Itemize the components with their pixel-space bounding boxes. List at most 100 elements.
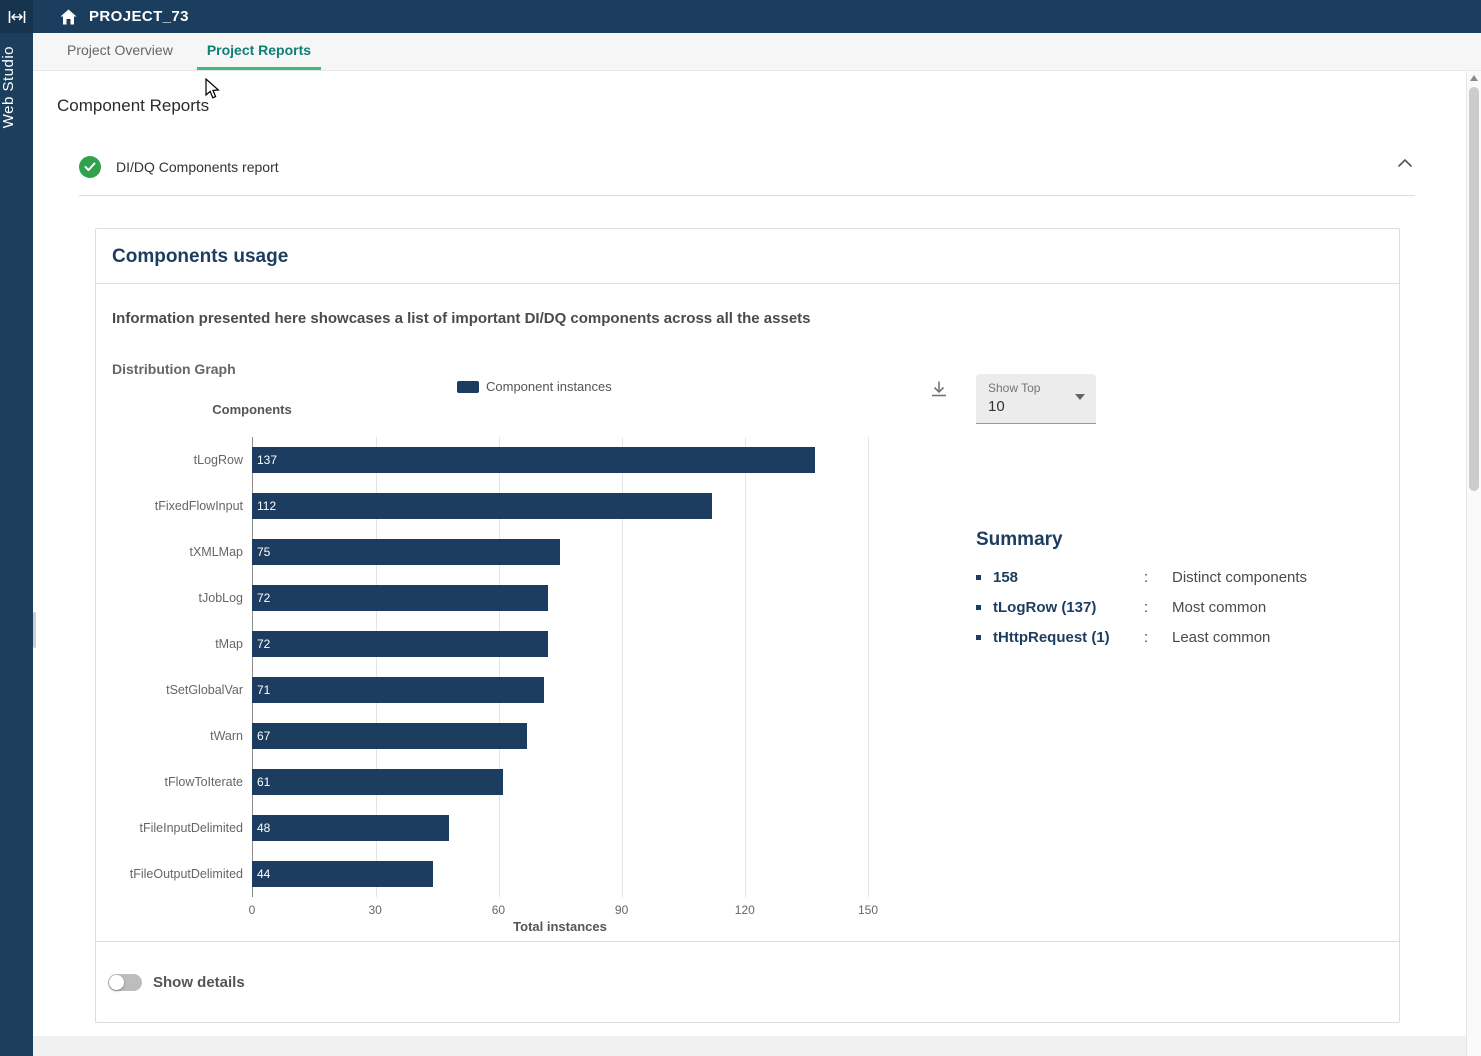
chart-bar-value: 72	[252, 637, 270, 651]
chart-bar-value: 67	[252, 729, 270, 743]
y-axis-title: Components	[212, 402, 291, 417]
chevron-up-icon	[1397, 158, 1413, 168]
tab-bar: Project Overview Project Reports	[33, 33, 1481, 71]
summary-item-value: Distinct components	[1158, 569, 1376, 586]
app-window: Web Studio PROJECT_73 Project Overview P…	[0, 0, 1481, 1056]
chart-bar-track: 72	[252, 621, 868, 667]
summary-item-colon: :	[1144, 629, 1158, 646]
show-details-label: Show details	[153, 974, 245, 991]
chart-bar: 71	[252, 677, 544, 703]
chart-category-label: tFileOutputDelimited	[112, 867, 252, 881]
tab-project-overview[interactable]: Project Overview	[57, 33, 183, 70]
chart-bar-row: tLogRow137	[112, 437, 902, 483]
chart-bar: 44	[252, 861, 433, 887]
chart-bar: 72	[252, 585, 548, 611]
summary-item-colon: :	[1144, 569, 1158, 586]
summary-title: Summary	[976, 529, 1376, 551]
x-tick-label: 150	[858, 903, 878, 917]
x-tick-label: 60	[492, 903, 505, 917]
legend-swatch	[457, 381, 479, 393]
scrollbar-thumb[interactable]	[1469, 87, 1479, 491]
chart-bar-value: 48	[252, 821, 270, 835]
show-top-select[interactable]: Show Top 10	[976, 374, 1096, 424]
chart-bar-value: 71	[252, 683, 270, 697]
chart-bar-row: tFileOutputDelimited44	[112, 851, 902, 897]
panel-resize-handle[interactable]	[33, 612, 36, 648]
chart-rows: tLogRow137tFixedFlowInput112tXMLMap75tJo…	[112, 437, 902, 897]
project-title[interactable]: PROJECT_73	[89, 8, 189, 25]
chart-bar-value: 61	[252, 775, 270, 789]
summary-item-value: Least common	[1158, 629, 1376, 646]
chart-bar: 112	[252, 493, 712, 519]
show-details-toggle[interactable]	[108, 974, 142, 991]
summary-item-key: tLogRow (137)	[976, 599, 1144, 616]
page-bottom-strip	[33, 1036, 1466, 1056]
chart-bar: 137	[252, 447, 815, 473]
chart-bar-track: 112	[252, 483, 868, 529]
home-button[interactable]	[51, 0, 85, 33]
scroll-up-arrow-icon[interactable]	[1470, 75, 1478, 81]
chart-bar: 61	[252, 769, 503, 795]
summary-item: 158:Distinct components	[976, 569, 1376, 586]
distribution-graph-label: Distribution Graph	[112, 361, 1383, 377]
chart-bar: 72	[252, 631, 548, 657]
report-divider	[79, 195, 1415, 196]
card-description: Information presented here showcases a l…	[112, 310, 1383, 327]
chart-plot: tLogRow137tFixedFlowInput112tXMLMap75tJo…	[112, 437, 902, 897]
bullet-icon	[976, 605, 981, 610]
x-axis-title: Total instances	[252, 919, 868, 934]
legend-label: Component instances	[486, 379, 612, 394]
report-panel-header: DI/DQ Components report	[79, 153, 1415, 196]
download-icon	[929, 379, 949, 399]
chart-bar-value: 44	[252, 867, 270, 881]
collapse-sidebar-button[interactable]	[0, 0, 33, 33]
collapse-report-button[interactable]	[1397, 155, 1413, 173]
chart-category-label: tFileInputDelimited	[112, 821, 252, 835]
show-top-label: Show Top	[988, 381, 1084, 395]
chart-bar-track: 75	[252, 529, 868, 575]
card-header: Components usage	[96, 229, 1399, 284]
show-top-value: 10	[988, 398, 1084, 415]
download-chart-button[interactable]	[929, 379, 949, 404]
chart-bar: 67	[252, 723, 527, 749]
x-tick-label: 0	[249, 903, 256, 917]
home-icon	[60, 9, 77, 25]
chart-bar-track: 44	[252, 851, 868, 897]
chart-bar-track: 71	[252, 667, 868, 713]
chart-category-label: tFixedFlowInput	[112, 499, 252, 513]
chart-bar-row: tFixedFlowInput112	[112, 483, 902, 529]
x-axis-ticks: 0306090120150	[252, 897, 868, 919]
summary-item-key: 158	[976, 569, 1144, 586]
chart-category-label: tSetGlobalVar	[112, 683, 252, 697]
chart-bar-row: tJobLog72	[112, 575, 902, 621]
chart-category-label: tXMLMap	[112, 545, 252, 559]
chart-category-label: tMap	[112, 637, 252, 651]
chart-category-label: tJobLog	[112, 591, 252, 605]
report-success-icon	[79, 156, 101, 178]
bullet-icon	[976, 575, 981, 580]
left-sidebar: Web Studio	[0, 0, 33, 1056]
chart-bar-track: 137	[252, 437, 868, 483]
summary-panel: Summary 158:Distinct componentstLogRow (…	[976, 529, 1376, 659]
chart-bar-row: tWarn67	[112, 713, 902, 759]
mouse-cursor	[205, 78, 221, 100]
x-tick-label: 120	[735, 903, 755, 917]
chart-category-label: tFlowToIterate	[112, 775, 252, 789]
x-tick-label: 30	[369, 903, 382, 917]
summary-item-key: tHttpRequest (1)	[976, 629, 1144, 646]
chart-bar: 48	[252, 815, 449, 841]
chart-bar-row: tFileInputDelimited48	[112, 805, 902, 851]
chart-legend[interactable]: Component instances	[457, 379, 612, 394]
collapse-sidebar-icon	[8, 10, 26, 24]
distribution-chart: Components tLogRow137tFixedFlowInput112t…	[112, 401, 902, 934]
tab-project-reports[interactable]: Project Reports	[197, 33, 321, 70]
chart-bar-row: tSetGlobalVar71	[112, 667, 902, 713]
vertical-scrollbar[interactable]	[1466, 71, 1481, 1056]
chart-bar-value: 75	[252, 545, 270, 559]
dropdown-caret-icon	[1075, 394, 1085, 400]
chart-category-label: tLogRow	[112, 453, 252, 467]
chart-bar-row: tMap72	[112, 621, 902, 667]
summary-item: tHttpRequest (1):Least common	[976, 629, 1376, 646]
summary-item: tLogRow (137):Most common	[976, 599, 1376, 616]
chart-bar-row: tXMLMap75	[112, 529, 902, 575]
